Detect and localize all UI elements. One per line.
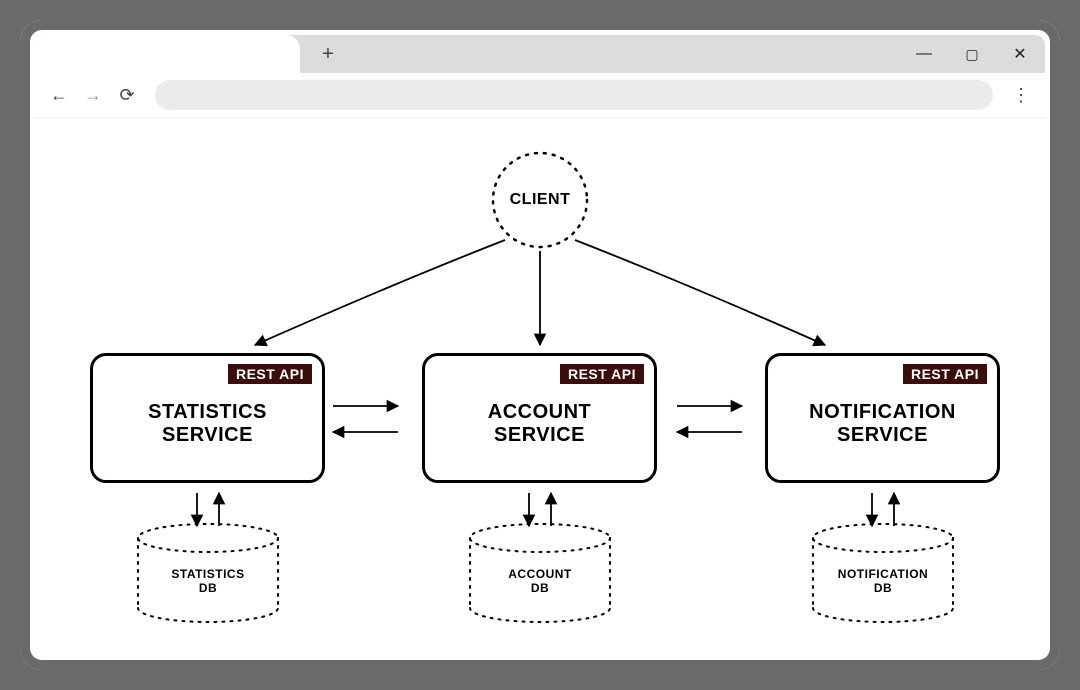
tab-strip: + — ▢ ✕	[35, 35, 1045, 73]
notification-service-box: REST API NOTIFICATION SERVICE	[765, 353, 1000, 483]
arrow-left-icon: ←	[50, 85, 68, 106]
account-db-label: ACCOUNT DB	[508, 567, 572, 595]
reload-icon: ⟳	[119, 85, 134, 106]
client-node: CLIENT	[510, 191, 571, 209]
diagram-canvas: CLIENT REST API STATISTICS SERVICE REST …	[35, 118, 1045, 655]
close-button[interactable]: ✕	[1005, 39, 1035, 69]
rest-api-badge: REST API	[560, 364, 644, 384]
browser-tab[interactable]	[35, 35, 300, 73]
plus-icon: +	[322, 43, 334, 65]
arrow-right-icon: →	[84, 85, 102, 106]
notification-db-label: NOTIFICATION DB	[838, 567, 928, 595]
kebab-icon: ⋮	[1012, 85, 1030, 106]
back-button[interactable]: ←	[45, 81, 73, 109]
forward-button[interactable]: →	[79, 81, 107, 109]
new-tab-button[interactable]: +	[315, 41, 341, 67]
statistics-service-box: REST API STATISTICS SERVICE	[90, 353, 325, 483]
maximize-icon: ▢	[965, 46, 978, 63]
rest-api-badge: REST API	[228, 364, 312, 384]
reload-button[interactable]: ⟳	[113, 81, 141, 109]
account-service-box: REST API ACCOUNT SERVICE	[422, 353, 657, 483]
account-service-title: ACCOUNT SERVICE	[488, 401, 592, 447]
window-controls: — ▢ ✕	[909, 39, 1035, 69]
minimize-button[interactable]: —	[909, 39, 939, 69]
statistics-service-title: STATISTICS SERVICE	[148, 401, 267, 447]
rest-api-badge: REST API	[903, 364, 987, 384]
minimize-icon: —	[916, 45, 932, 63]
menu-button[interactable]: ⋮	[1007, 81, 1035, 109]
maximize-button[interactable]: ▢	[957, 39, 987, 69]
address-bar[interactable]	[155, 80, 993, 110]
statistics-db-label: STATISTICS DB	[171, 567, 244, 595]
notification-service-title: NOTIFICATION SERVICE	[809, 401, 956, 447]
close-icon: ✕	[1013, 44, 1026, 64]
browser-window: + — ▢ ✕ ← → ⟳	[35, 35, 1045, 655]
browser-toolbar: ← → ⟳ ⋮	[35, 73, 1045, 118]
